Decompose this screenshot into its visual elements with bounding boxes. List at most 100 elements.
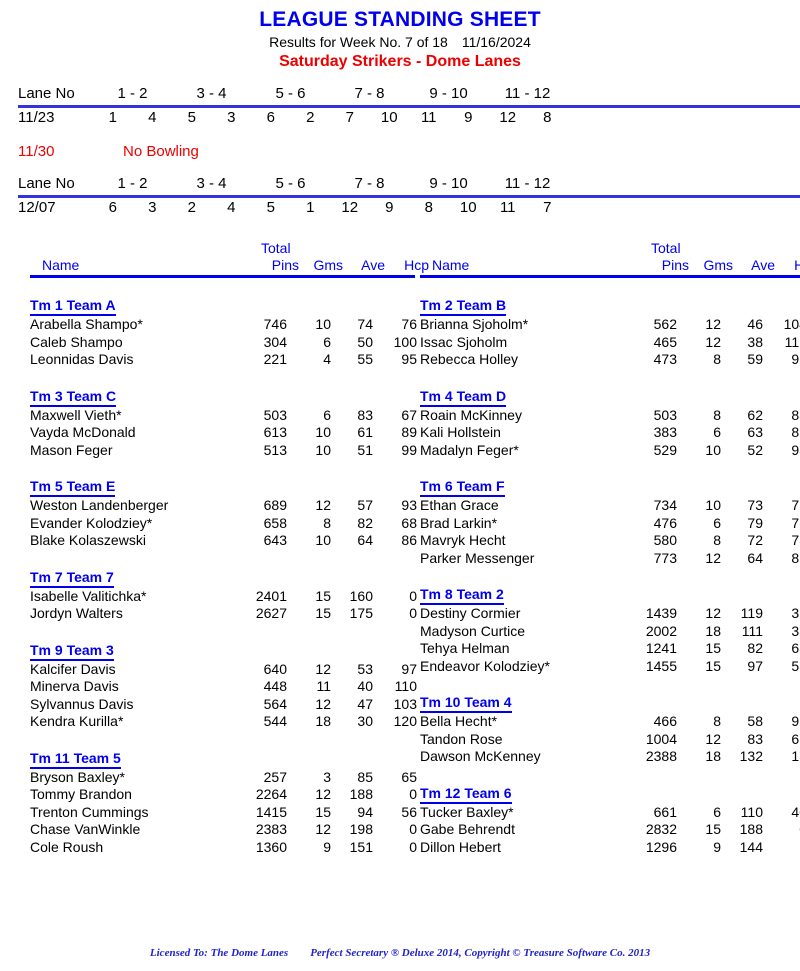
player-games: 10 (705, 497, 721, 513)
matchup-team: 7 (345, 109, 354, 126)
player-games: 15 (705, 640, 721, 656)
player-handicap: 104 (783, 316, 800, 332)
column-header-gms: Gms (313, 257, 343, 273)
player-games: 15 (705, 657, 721, 674)
player-games: 10 (315, 424, 331, 440)
player-handicap: 98 (791, 441, 800, 458)
lane-pair: 1 - 2 (117, 85, 148, 102)
player-games: 3 (323, 768, 331, 785)
matchup-team: 12 (341, 199, 359, 216)
player-average: 73 (747, 497, 763, 513)
player-handicap: 53 (791, 657, 800, 674)
team-title[interactable]: Tm 12 Team 6 (420, 784, 512, 804)
matchup: 53 (172, 108, 251, 128)
matchup: 14 (93, 108, 172, 128)
player-name: Roain McKinney (420, 406, 522, 423)
lane-pair: 1 - 2 (117, 175, 148, 192)
team-title[interactable]: Tm 8 Team 2 (420, 585, 504, 605)
player-games: 4 (323, 351, 331, 367)
player-total-pins: 562 (653, 316, 677, 332)
player-name: Kendra Kurilla* (30, 713, 124, 729)
player-name: Jordyn Walters (30, 605, 123, 621)
table-row: Gabe Behrendt 2832 15 1880 (420, 821, 800, 839)
player-games: 12 (315, 695, 331, 712)
player-average: 72 (747, 532, 763, 548)
team-title[interactable]: Tm 5 Team E (30, 477, 116, 497)
schedule-date: 12/07 (18, 199, 56, 216)
matchup-team: 4 (227, 199, 236, 216)
week-results-text: Results for Week No. 7 of 18 (269, 34, 448, 50)
stats-column-left: Total Name Pins Gms Ave Hcp Tm 1 Team AA… (30, 240, 429, 856)
matchup: 12 8 (488, 108, 567, 128)
lane-pair: 7 - 8 (354, 175, 385, 192)
table-row: Bella Hecht* 466 8 58 92 (420, 713, 800, 731)
player-total-pins: 2383 (255, 821, 287, 837)
player-handicap: 87 (791, 424, 800, 440)
total-label: Total (651, 240, 681, 256)
team-title[interactable]: Tm 11 Team 5 (30, 749, 121, 769)
player-total-pins: 473 (653, 351, 677, 367)
schedule-block-week1: Lane No 1 - 2 3 - 4 5 - 6 7 - 8 9 - 10 1… (18, 84, 800, 128)
player-total-pins: 476 (653, 514, 677, 531)
player-total-pins: 643 (263, 532, 287, 548)
player-name: Kalcifer Davis (30, 660, 116, 677)
team-title[interactable]: Tm 6 Team F (420, 477, 505, 497)
team-block: Tm 12 Team 6Tucker Baxley*661611040Gabe … (420, 784, 800, 857)
player-name: Endeavor Kolodziey* (420, 657, 550, 674)
player-average: 64 (357, 532, 373, 548)
team-title[interactable]: Tm 2 Team B (420, 296, 507, 316)
player-games: 9 (323, 838, 331, 855)
player-name: Isabelle Valitichka* (30, 587, 147, 604)
team-title[interactable]: Tm 7 Team 7 (30, 568, 114, 588)
player-handicap: 31 (791, 605, 800, 621)
table-row: Mavryk Hecht 580 8 72 78 (420, 532, 800, 550)
player-total-pins: 2401 (255, 587, 287, 604)
table-row: Brad Larkin* 476 6 79 71 (420, 515, 800, 533)
matchup: 11 9 (409, 108, 488, 128)
player-name: Gabe Behrendt (420, 821, 515, 837)
player-name: Tehya Helman (420, 640, 510, 656)
player-handicap: 40 (791, 803, 800, 820)
player-total-pins: 613 (263, 424, 287, 440)
stats-column-header-right: Total Name Pins Gms Ave Hcp (420, 240, 800, 278)
matchup-team: 11 (420, 109, 437, 126)
matchup-team: 2 (306, 109, 315, 126)
team-title[interactable]: Tm 10 Team 4 (420, 693, 512, 713)
player-handicap: 99 (401, 441, 417, 458)
column-header-name: Name (432, 257, 470, 273)
player-name: Minerva Davis (30, 678, 119, 694)
table-row: Dawson McKenney 2388 18 132 18 (420, 748, 800, 766)
team-block: Tm 3 Team C Maxwell Vieth* 503 6 83 67 Vayda M… (30, 387, 417, 460)
player-average: 38 (747, 333, 763, 350)
player-average: 83 (747, 730, 763, 747)
matchup-team: 12 (499, 109, 517, 126)
player-name: Weston Landenberger (30, 497, 169, 513)
player-games: 10 (315, 316, 331, 332)
matchup-team: 9 (464, 109, 473, 126)
matchup-team: 8 (424, 199, 433, 216)
player-average: 62 (747, 406, 763, 423)
player-total-pins: 1004 (645, 730, 677, 747)
table-row: Brianna Sjoholm* 562 12 46 104 (420, 316, 800, 334)
player-total-pins: 564 (263, 695, 287, 712)
player-total-pins: 1360 (255, 838, 287, 855)
table-row: Ethan Grace 734 10 73 77 (420, 497, 800, 515)
page-title: LEAGUE STANDING SHEET (259, 8, 541, 31)
table-row: Evander Kolodziey* 658 8 82 68 (30, 515, 417, 533)
player-average: 110 (740, 803, 763, 820)
team-title[interactable]: Tm 9 Team 3 (30, 641, 114, 661)
player-average: 47 (357, 695, 373, 712)
player-games: 12 (705, 605, 721, 621)
player-handicap: 0 (409, 786, 417, 802)
player-handicap: 100 (393, 333, 417, 350)
team-block: Tm 2 Team BBrianna Sjoholm* 562 12 46 104 Iss… (420, 296, 800, 369)
table-row: Mason Feger 513 10 51 99 (30, 441, 417, 460)
team-title[interactable]: Tm 3 Team C (30, 387, 117, 407)
player-average: 144 (739, 838, 763, 855)
team-title[interactable]: Tm 1 Team A (30, 296, 116, 316)
team-title[interactable]: Tm 4 Team D (420, 387, 507, 407)
player-total-pins: 448 (263, 678, 287, 694)
player-name: Kali Hollstein (420, 424, 501, 440)
player-average: 151 (349, 838, 373, 855)
table-row: Weston Landenberger 689 12 57 93 (30, 497, 417, 515)
